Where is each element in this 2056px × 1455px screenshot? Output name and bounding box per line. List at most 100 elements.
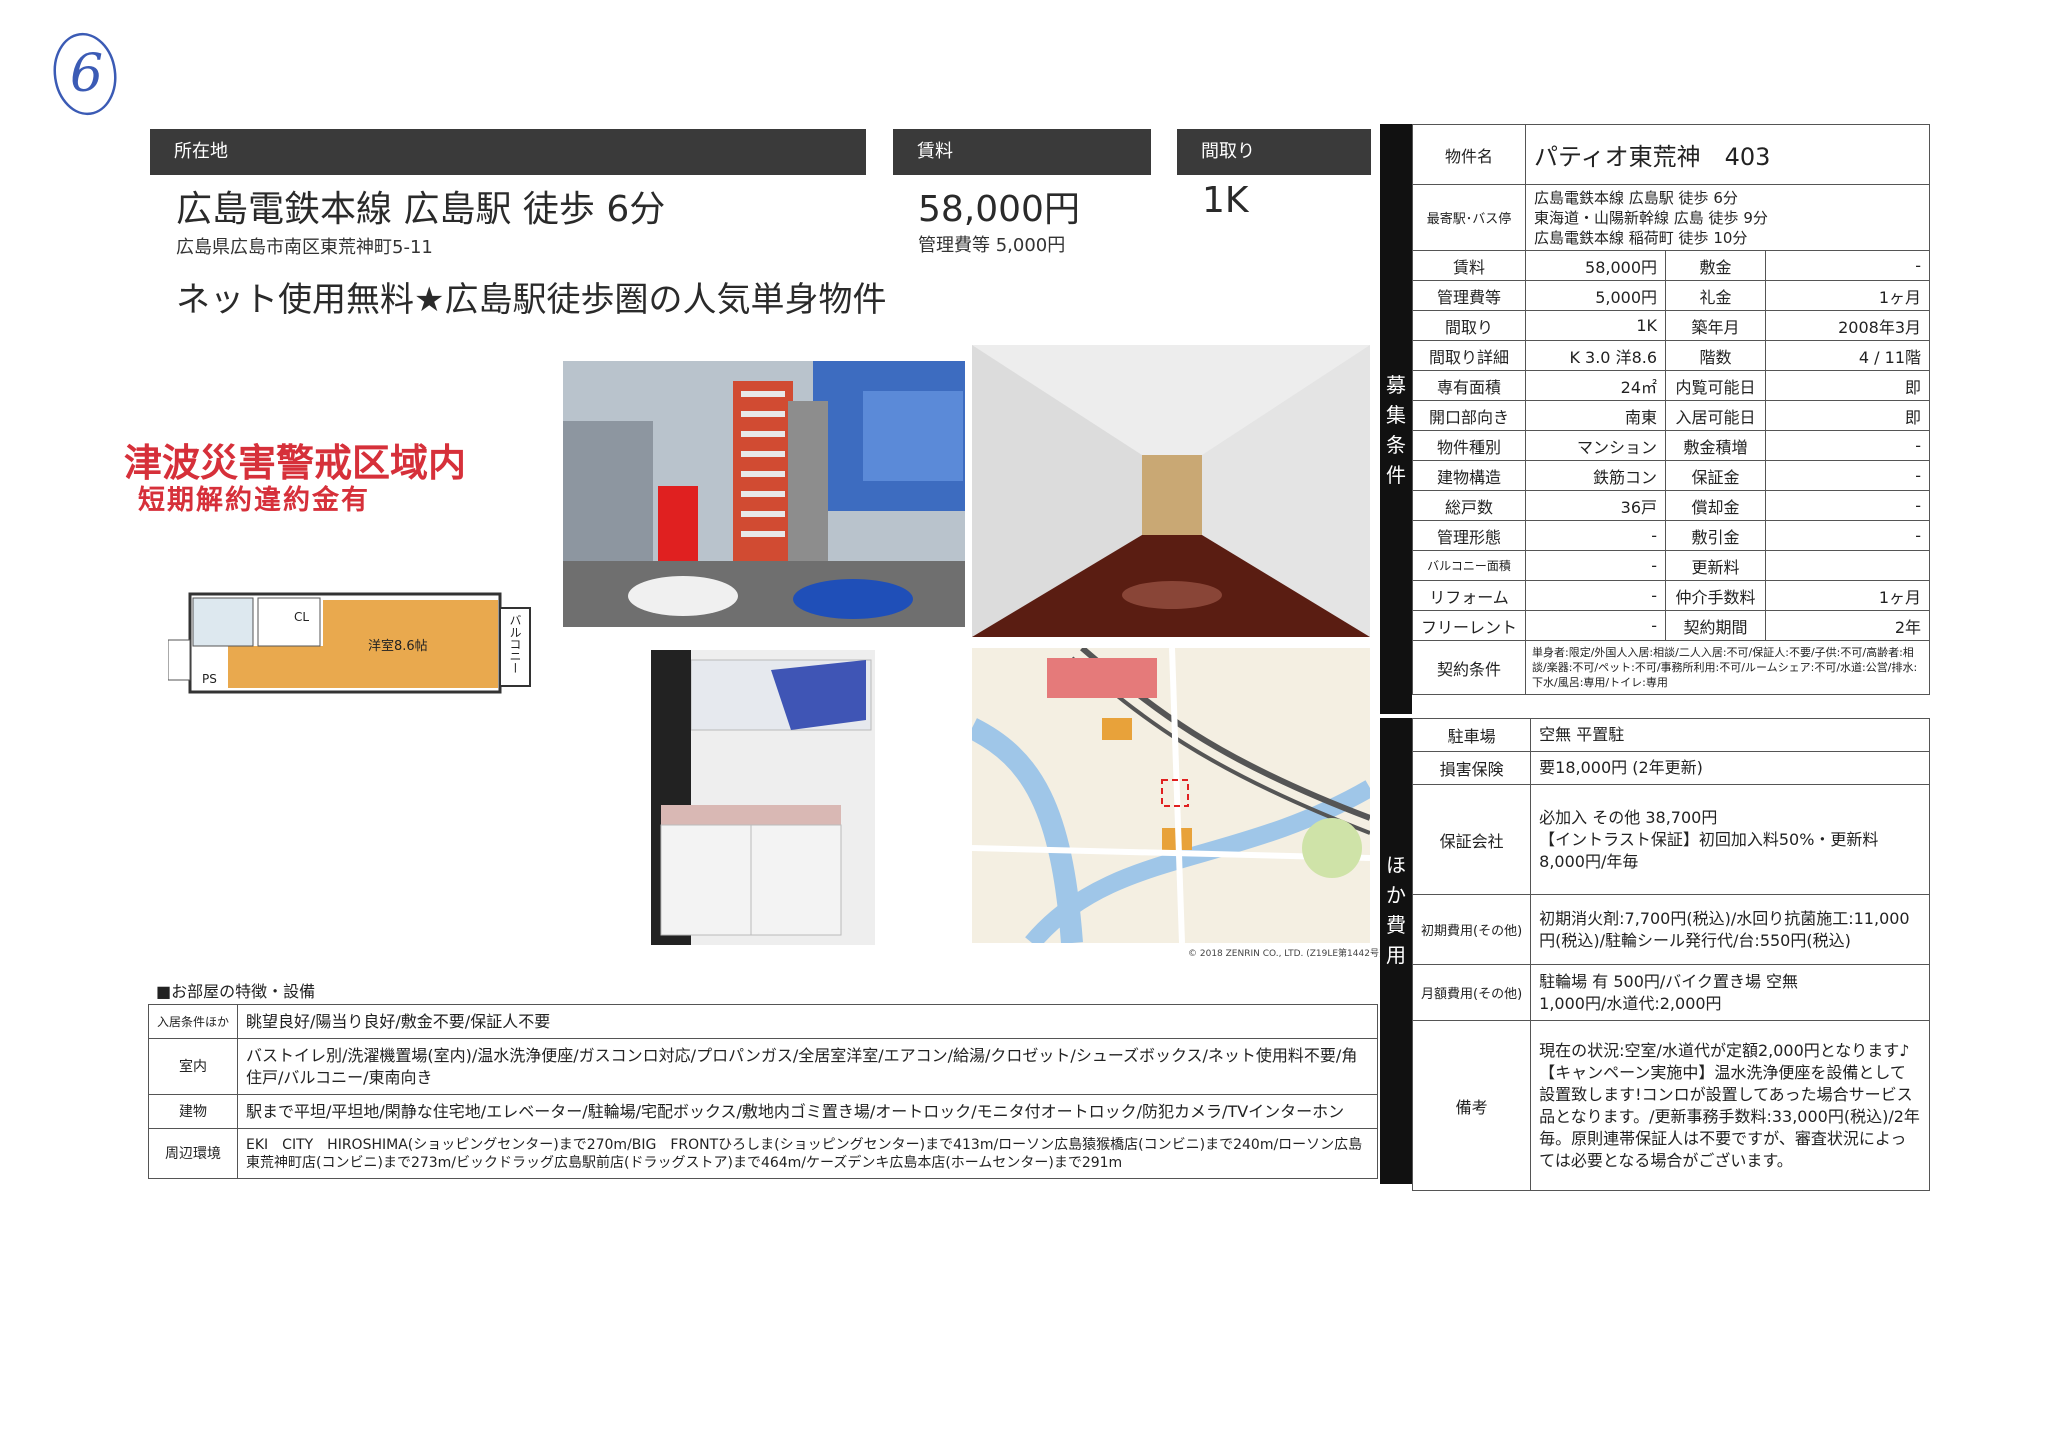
table-row: 建物 駅まで平坦/平坦地/閑静な住宅地/エレベーター/駐輪場/宅配ボックス/敷地内… <box>147 1094 1378 1129</box>
map-credit: © 2018 ZENRIN CO., LTD. (Z19LE第1442号) <box>1188 949 1383 959</box>
property-name: パティオ東荒神 403 <box>1525 124 1930 185</box>
spec-value: 即 <box>1765 400 1930 431</box>
section-char: か <box>1386 883 1406 907</box>
contract-terms-label: 契約条件 <box>1411 640 1527 695</box>
spec-value <box>1765 550 1930 581</box>
cost-key: 保証会社 <box>1411 784 1532 895</box>
spec-value: - <box>1525 610 1667 641</box>
floorplan: 洋室8.6帖 CL PS バルコニー <box>168 590 536 696</box>
spec-value: - <box>1765 460 1930 491</box>
spec-value: 24㎡ <box>1525 370 1667 401</box>
nearest-station-label: 最寄駅･バス停 <box>1411 184 1527 251</box>
spec-key: 階数 <box>1665 340 1767 371</box>
table-row: 間取り 1K 築年月 2008年3月 <box>1411 310 1930 341</box>
table-row: 月額費用(その他) 駐輪場 有 500円/バイク置き場 空無 1,000円/水道代… <box>1411 964 1930 1021</box>
rent-amount: 58,000円 <box>918 189 1080 230</box>
cost-value: 初期消火剤:7,700円(税込)/水回り抗菌施工:11,000円(税込)/駐輪シ… <box>1530 894 1930 965</box>
spec-key: 間取り詳細 <box>1411 340 1527 371</box>
features-heading: ■お部屋の特徴・設備 <box>156 982 316 1001</box>
spec-value: 4 / 11階 <box>1765 340 1930 371</box>
table-row: 総戸数 36戸 償却金 - <box>1411 490 1930 521</box>
table-row: 室内 バストイレ別/洗濯機置場(室内)/温水洗浄便座/ガスコンロ対応/プロパンガス… <box>147 1038 1378 1095</box>
contract-terms: 単身者:限定/外国人入居:相談/二人入居:不可/保証人:不要/子供:不可/高齢者… <box>1525 640 1930 695</box>
table-row: 建物構造 鉄筋コン 保証金 - <box>1411 460 1930 491</box>
section-char: ほ <box>1386 853 1406 877</box>
floorplan-room-label: 洋室8.6帖 <box>368 639 428 654</box>
table-row: 損害保険 要18,000円 (2年更新) <box>1411 751 1930 785</box>
table-row: 駐車場 空無 平置駐 <box>1411 718 1930 752</box>
spec-key: 敷金 <box>1665 250 1767 281</box>
kitchen-photo <box>651 650 875 945</box>
spec-value: 南東 <box>1525 400 1667 431</box>
table-row: 賃料 58,000円 敷金 - <box>1411 250 1930 281</box>
nearest-station-line: 東海道・山陽新幹線 広島 徒歩 9分 <box>1534 208 1768 227</box>
spec-key: 保証金 <box>1665 460 1767 491</box>
cost-value: 現在の状況:空室/水道代が定額2,000円となります♪【キャンペーン実施中】温水… <box>1530 1020 1930 1191</box>
section-char: 費 <box>1386 913 1406 937</box>
kitchen-photo-image <box>651 650 875 945</box>
table-row: 開口部向き 南東 入居可能日即 <box>1411 400 1930 431</box>
table-row: 初期費用(その他) 初期消火剤:7,700円(税込)/水回り抗菌施工:11,000… <box>1411 894 1930 965</box>
spec-value: K 3.0 洋8.6 <box>1525 340 1667 371</box>
spec-value: - <box>1525 580 1667 611</box>
address: 広島県広島市南区東荒神町5-11 <box>176 237 433 258</box>
section-char: 条 <box>1386 433 1406 457</box>
management-fee: 管理費等 5,000円 <box>918 235 1066 256</box>
spec-key: 敷引金 <box>1665 520 1767 551</box>
spec-key: 建物構造 <box>1411 460 1527 491</box>
handwritten-number: 6 <box>70 44 104 104</box>
spec-key: 償却金 <box>1665 490 1767 521</box>
spec-value: - <box>1525 520 1667 551</box>
handwritten-circled-number: 6 <box>50 28 120 118</box>
spec-value: 即 <box>1765 370 1930 401</box>
property-spec-table: 物件名 パティオ東荒神 403 最寄駅･バス停 広島電鉄本線 広島駅 徒歩 6分… <box>1411 124 1930 695</box>
spec-value: 58,000円 <box>1525 250 1667 281</box>
table-row: 専有面積 24㎡ 内覧可能日即 <box>1411 370 1930 401</box>
nearest-station-line: 広島電鉄本線 稲荷町 徒歩 10分 <box>1534 228 1748 247</box>
spec-value: - <box>1765 520 1930 551</box>
spec-value: - <box>1765 430 1930 461</box>
recruitment-terms-label: 募 集 条 件 <box>1380 370 1412 490</box>
area-map <box>972 648 1370 943</box>
features-table: 入居条件ほか 眺望良好/陽当り良好/敷金不要/保証人不要 室内 バストイレ別/洗濯機… <box>147 1004 1378 1179</box>
feature-key: 建物 <box>147 1094 239 1129</box>
table-row: 周辺環境 EKI CITY HIROSHIMA(ショッピングセンター)まで270m… <box>147 1128 1378 1179</box>
interior-photo-image <box>972 345 1370 637</box>
feature-value: EKI CITY HIROSHIMA(ショッピングセンター)まで270m/BIG… <box>237 1128 1378 1179</box>
station-access: 広島電鉄本線 広島駅 徒歩 6分 <box>176 189 666 230</box>
table-row: フリーレント - 契約期間 2年 <box>1411 610 1930 641</box>
rent-header: 賃料 <box>893 129 1151 175</box>
section-char: 用 <box>1386 943 1406 967</box>
interior-photo <box>972 345 1370 637</box>
spec-key: 開口部向き <box>1411 400 1527 431</box>
table-row: 管理形態 - 敷引金 - <box>1411 520 1930 551</box>
cost-value: 駐輪場 有 500円/バイク置き場 空無 1,000円/水道代:2,000円 <box>1530 964 1930 1021</box>
spec-key: 契約期間 <box>1665 610 1767 641</box>
spec-key: フリーレント <box>1411 610 1527 641</box>
warning-stamp-line2: 短期解約違約金有 <box>138 485 370 516</box>
property-name-label: 物件名 <box>1411 124 1527 185</box>
spec-key: 内覧可能日 <box>1665 370 1767 401</box>
map-image <box>972 648 1370 943</box>
cost-key: 月額費用(その他) <box>1411 964 1532 1021</box>
spec-key: 管理費等 <box>1411 280 1527 311</box>
spec-key: バルコニー面積 <box>1411 550 1527 581</box>
spec-key: 賃料 <box>1411 250 1527 281</box>
section-char: 募 <box>1386 373 1406 397</box>
other-costs-table: 駐車場 空無 平置駐 損害保険 要18,000円 (2年更新) 保証会社 必加入 その… <box>1411 718 1930 1191</box>
feature-value: バストイレ別/洗濯機置場(室内)/温水洗浄便座/ガスコンロ対応/プロパンガス/全… <box>237 1038 1378 1095</box>
table-row: 入居条件ほか 眺望良好/陽当り良好/敷金不要/保証人不要 <box>147 1004 1378 1039</box>
table-row: リフォーム - 仲介手数料 1ヶ月 <box>1411 580 1930 611</box>
spec-key: 仲介手数料 <box>1665 580 1767 611</box>
spec-key: 礼金 <box>1665 280 1767 311</box>
cost-key: 初期費用(その他) <box>1411 894 1532 965</box>
spec-key: 敷金積増 <box>1665 430 1767 461</box>
layout-value: 1K <box>1202 180 1249 221</box>
table-row: 備考 現在の状況:空室/水道代が定額2,000円となります♪【キャンペーン実施中】… <box>1411 1020 1930 1191</box>
spec-value: - <box>1765 490 1930 521</box>
spec-value: 1K <box>1525 310 1667 341</box>
spec-key: 管理形態 <box>1411 520 1527 551</box>
feature-value: 眺望良好/陽当り良好/敷金不要/保証人不要 <box>237 1004 1378 1039</box>
nearest-station-line: 広島電鉄本線 広島駅 徒歩 6分 <box>1534 188 1738 207</box>
spec-value: 2年 <box>1765 610 1930 641</box>
